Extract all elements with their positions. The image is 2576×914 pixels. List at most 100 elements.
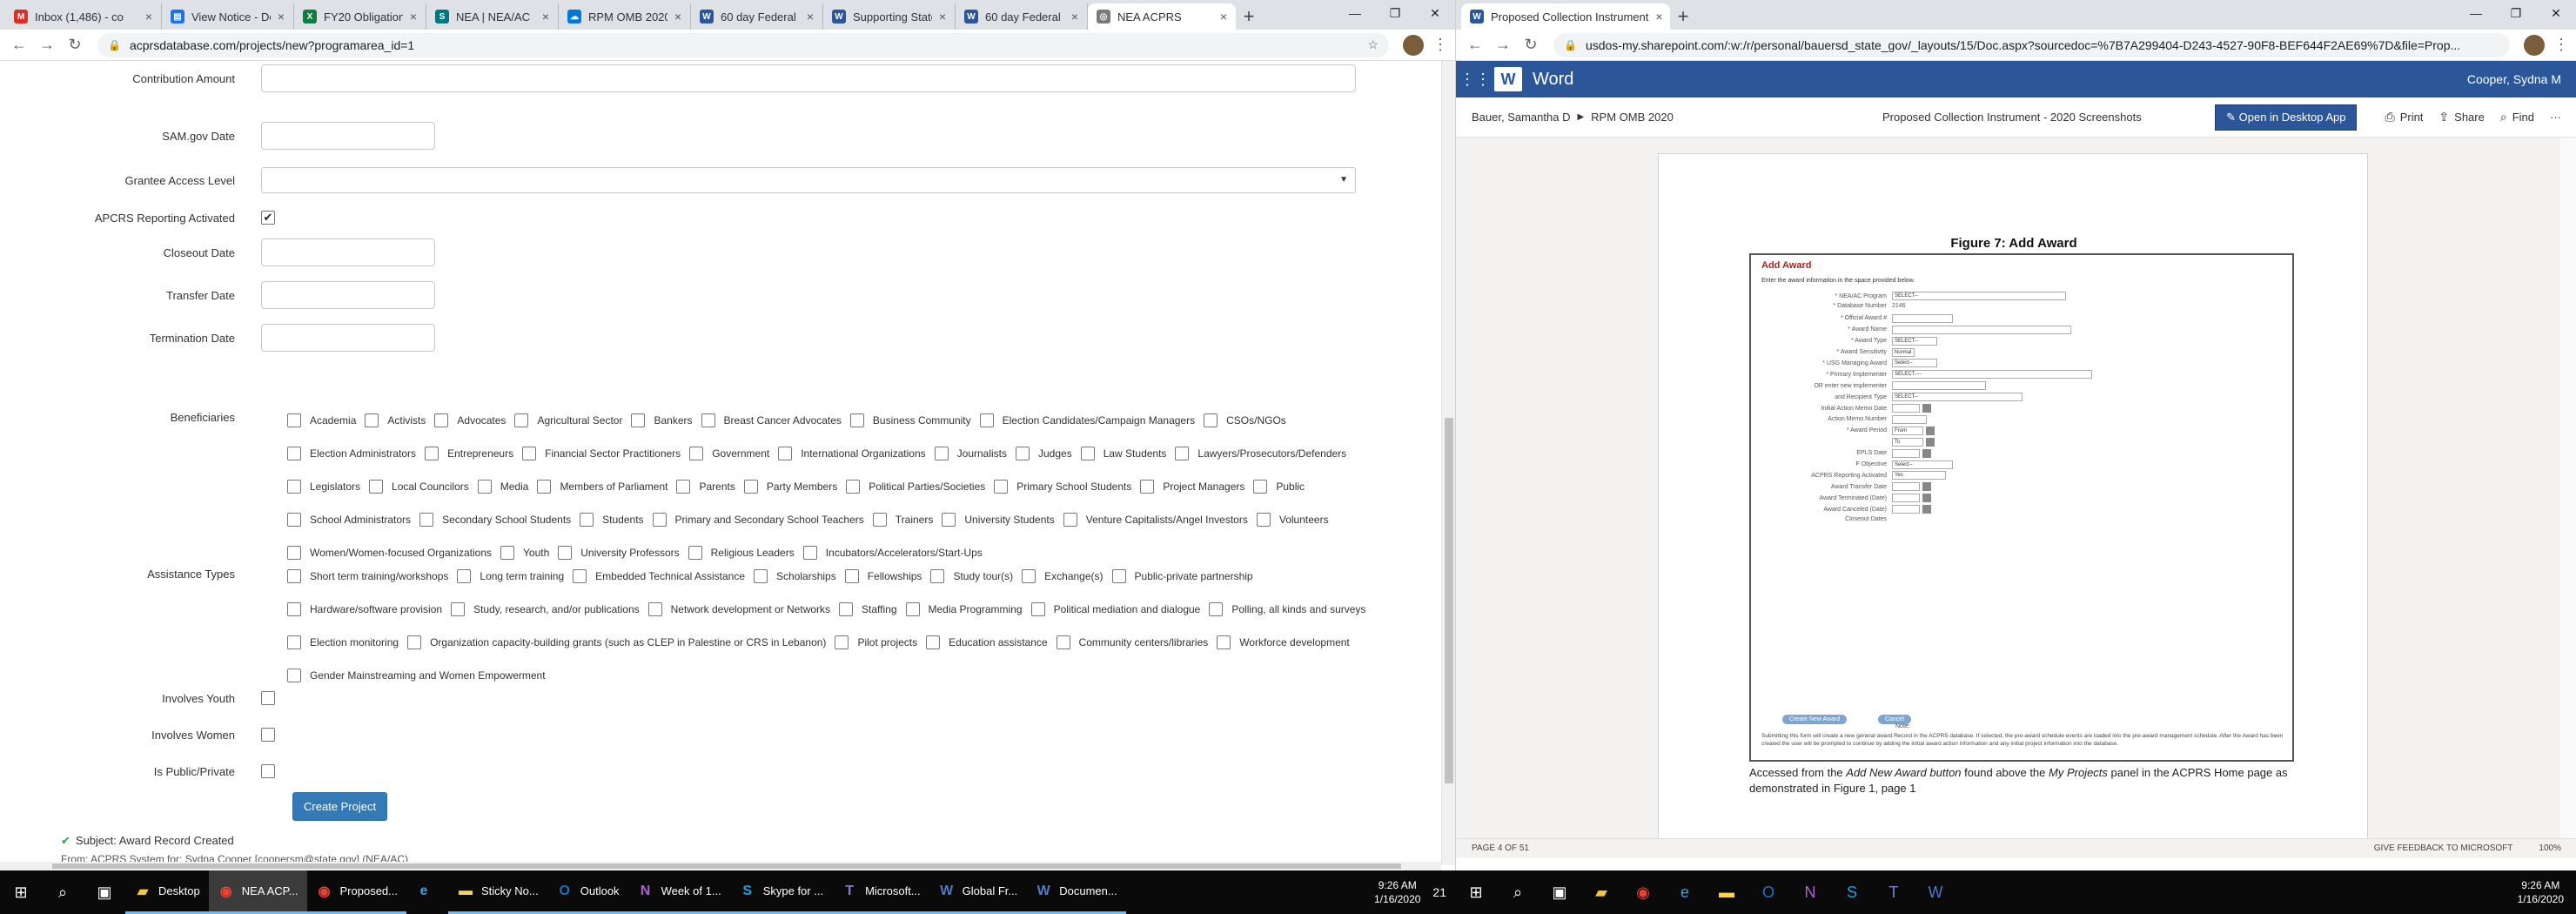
tab-proposed-collection[interactable]: W Proposed Collection Instrument × (1461, 3, 1670, 30)
checkbox-option[interactable]: Project Managers (1140, 472, 1244, 501)
checkbox-option[interactable]: Election Administrators (287, 439, 416, 468)
zoom-level[interactable]: 100% (2539, 843, 2561, 853)
browser-tab[interactable]: ◎ NEA ACPRS × (1088, 3, 1236, 30)
checkbox-option[interactable]: Election monitoring (287, 628, 399, 657)
close-icon[interactable]: × (1064, 10, 1078, 24)
new-tab-icon[interactable]: + (1670, 3, 1696, 30)
browser-tab[interactable]: M Inbox (1,486) - co × (5, 3, 162, 30)
checkbox-option[interactable]: Hardware/software provision (287, 595, 442, 624)
task-view-icon[interactable]: ▣ (1539, 870, 1580, 914)
checkbox-option[interactable]: Public-private partnership (1111, 561, 1253, 591)
system-clock[interactable]: 9:26 AM 1/16/2020 (1374, 878, 1432, 906)
checkbox-option[interactable]: Staffing (839, 595, 897, 624)
restore-icon[interactable]: ❐ (1375, 0, 1415, 26)
user-name[interactable]: Cooper, Sydna M (2467, 72, 2561, 86)
checkbox[interactable] (287, 513, 301, 527)
search-icon[interactable]: ⌕ (42, 870, 84, 914)
browser-tab[interactable]: ▤ View Notice - Dep× (162, 3, 294, 30)
open-desktop-button[interactable]: ✎ Open in Desktop App (2215, 104, 2358, 131)
is-public-private-checkbox[interactable] (261, 764, 275, 778)
address-bar[interactable]: 🔒 usdos-my.sharepoint.com/:w:/r/personal… (1553, 32, 2510, 57)
task-view-icon[interactable]: ▣ (84, 870, 125, 914)
breadcrumb-owner[interactable]: Bauer, Samantha D (1472, 111, 1570, 124)
forward-icon[interactable]: → (35, 33, 59, 57)
checkbox-option[interactable]: Local Councilors (369, 472, 469, 501)
checkbox-option[interactable]: Venture Capitalists/Angel Investors (1063, 505, 1248, 534)
browser-tab[interactable]: S NEA | NEA/AC × (426, 3, 559, 30)
close-icon[interactable]: × (138, 10, 152, 24)
closeout-date-input[interactable] (261, 239, 435, 266)
checkbox[interactable] (369, 480, 384, 494)
checkbox[interactable] (676, 480, 691, 494)
checkbox[interactable] (425, 447, 439, 460)
checkbox-option[interactable]: Study tour(s) (930, 561, 1013, 591)
chrome-neaacprs-app[interactable]: ◉ NEA ACP... (208, 870, 307, 914)
more-options-icon[interactable]: ··· (2550, 111, 2561, 124)
checkbox-option[interactable]: Media Programming (905, 595, 1023, 624)
checkbox-option[interactable]: Fellowships (844, 561, 922, 591)
close-icon[interactable]: × (800, 10, 814, 24)
checkbox[interactable] (934, 447, 949, 460)
forward-icon[interactable]: → (1491, 33, 1515, 57)
checkbox[interactable] (1056, 635, 1070, 649)
sticky-notes-app[interactable]: ▬ Sticky No... (448, 870, 547, 914)
minimize-icon[interactable]: — (2456, 0, 2496, 26)
document-scrollbar[interactable] (2560, 138, 2576, 838)
skype-app[interactable]: S Skype for ... (729, 870, 833, 914)
checkbox[interactable] (287, 480, 301, 494)
checkbox[interactable] (872, 513, 887, 527)
checkbox-option[interactable]: Study, research, and/or publications (451, 595, 640, 624)
checkbox[interactable] (287, 546, 301, 560)
transfer-date-input[interactable] (261, 281, 435, 309)
checkbox[interactable] (1209, 602, 1224, 616)
checkbox[interactable] (846, 480, 861, 494)
feedback-link[interactable]: GIVE FEEDBACK TO MICROSOFT (2374, 843, 2513, 853)
outlook-icon[interactable]: O (1748, 870, 1789, 914)
checkbox-option[interactable]: School Administrators (287, 505, 411, 534)
checkbox[interactable] (514, 413, 529, 427)
checkbox[interactable] (287, 635, 301, 649)
profile-avatar[interactable] (1403, 34, 1424, 56)
checkbox[interactable] (287, 602, 301, 616)
checkbox-option[interactable]: Students (580, 505, 644, 534)
checkbox[interactable] (839, 602, 854, 616)
checkbox-option[interactable]: Financial Sector Practitioners (522, 439, 681, 468)
share-button[interactable]: ⇪ Share (2438, 110, 2484, 124)
checkbox-option[interactable]: Breast Cancer Advocates (701, 406, 842, 435)
contribution-amount-input[interactable] (261, 64, 1356, 92)
checkbox-option[interactable]: Primary School Students (994, 472, 1131, 501)
browser-tab[interactable]: ☁ RPM OMB 2020 -× (559, 3, 691, 30)
browser-tab[interactable]: W 60 day Federal Re× (691, 3, 823, 30)
microsoft-app[interactable]: T Microsoft... (832, 870, 929, 914)
checkbox[interactable] (287, 569, 301, 583)
checkbox-option[interactable]: Community centers/libraries (1056, 628, 1208, 657)
checkbox[interactable] (942, 513, 956, 527)
edge-icon[interactable]: e (1664, 870, 1706, 914)
checkbox[interactable] (287, 447, 301, 460)
checkbox[interactable] (1256, 513, 1271, 527)
browser-tab[interactable]: W 60 day Federal Re× (956, 3, 1088, 30)
create-project-button[interactable]: Create Project (292, 792, 388, 821)
checkbox[interactable] (631, 413, 646, 427)
checkbox-option[interactable]: Members of Parliament (537, 472, 667, 501)
checkbox[interactable] (1022, 569, 1036, 583)
sticky-notes-icon[interactable]: ▬ (1706, 870, 1748, 914)
edge-app[interactable]: e (406, 870, 448, 914)
checkbox-option[interactable]: Entrepreneurs (425, 439, 513, 468)
checkbox-option[interactable]: Parents (676, 472, 735, 501)
profile-avatar[interactable] (2524, 34, 2545, 56)
checkbox[interactable] (434, 413, 449, 427)
checkbox-option[interactable]: Long term training (457, 561, 564, 591)
sam-gov-date-input[interactable] (261, 122, 435, 150)
vertical-scrollbar[interactable] (1441, 61, 1455, 865)
involves-women-checkbox[interactable] (261, 728, 275, 742)
outlook-app[interactable]: O Outlook (547, 870, 628, 914)
checkbox[interactable] (905, 602, 920, 616)
address-bar[interactable]: 🔒 acprsdatabase.com/projects/new?program… (97, 32, 1389, 57)
checkbox-option[interactable]: Political Parties/Societies (846, 472, 985, 501)
checkbox-option[interactable]: Activists (365, 406, 426, 435)
checkbox-option[interactable]: Media (477, 472, 528, 501)
checkbox[interactable] (457, 569, 472, 583)
involves-youth-checkbox[interactable] (261, 691, 275, 705)
checkbox-option[interactable]: Election Candidates/Campaign Managers (979, 406, 1195, 435)
